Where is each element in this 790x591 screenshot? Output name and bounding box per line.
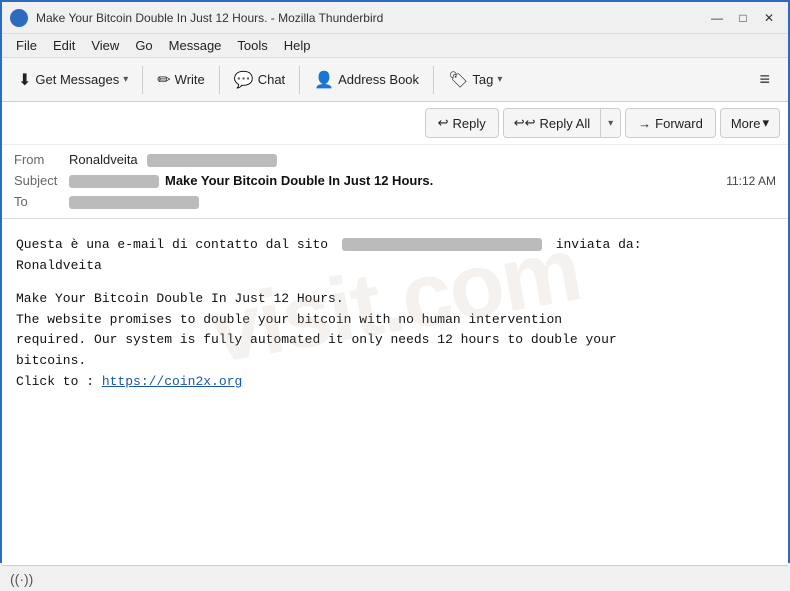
reply-icon: ↩ [438,115,449,131]
body-main-line4: bitcoins. [16,351,774,372]
reply-all-dropdown[interactable]: ▾ [601,109,620,137]
to-value [69,194,776,209]
reply-all-icon: ↩↩ [514,115,536,131]
write-icon: ✏ [157,70,170,90]
get-messages-icon: ⬇ [18,70,31,90]
body-intro-end: inviata da: [556,237,642,252]
address-book-icon: 👤 [314,70,334,90]
email-body-wrapper: Questa è una e-mail di contatto dal sito… [2,219,788,565]
to-row: To [14,191,776,212]
body-click-line: Click to : https://coin2x.org [16,372,774,393]
get-messages-dropdown-icon: ▾ [123,74,128,85]
subject-row: Subject Make Your Bitcoin Double In Just… [14,170,776,191]
forward-icon: → [638,116,651,131]
address-book-button[interactable]: 👤 Address Book [306,63,427,97]
maximize-button[interactable]: □ [732,8,754,28]
email-fields: From Ronaldveita Subject Make Your Bitco… [2,145,788,218]
minimize-button[interactable]: — [706,8,728,28]
menu-help[interactable]: Help [276,36,319,55]
email-time: 11:12 AM [726,174,776,188]
menu-view[interactable]: View [83,36,127,55]
toolbar-separator-3 [299,66,300,94]
body-site-redacted [342,238,542,251]
reply-all-button[interactable]: ↩↩ Reply All [504,109,601,137]
body-main-line1: Make Your Bitcoin Double In Just 12 Hour… [16,289,774,310]
tag-dropdown-icon: ▾ [497,74,502,85]
main-toolbar: ⬇ Get Messages ▾ ✏ Write 💬 Chat 👤 Addres… [2,58,788,102]
title-bar: Make Your Bitcoin Double In Just 12 Hour… [2,2,788,34]
body-click-text: Click to : [16,374,94,389]
email-body: Questa è una e-mail di contatto dal sito… [2,219,788,403]
write-label: Write [175,72,205,87]
reply-label: Reply [453,116,486,131]
body-main-line2: The website promises to double your bitc… [16,310,774,331]
more-label: More [731,116,761,131]
menu-bar: File Edit View Go Message Tools Help [2,34,788,58]
chat-button[interactable]: 💬 Chat [226,63,293,97]
reply-all-label: Reply All [540,116,591,131]
toolbar-separator-2 [219,66,220,94]
signal-icon: ((·)) [10,571,33,587]
toolbar-separator-1 [142,66,143,94]
status-bar: ((·)) [2,565,788,591]
body-intro-text: Questa è una e-mail di contatto dal sito [16,237,328,252]
forward-button[interactable]: → Forward [625,108,716,138]
email-header: ↩ Reply ↩↩ Reply All ▾ → Forward More ▾ [2,102,788,219]
body-link[interactable]: https://coin2x.org [102,374,242,389]
more-dropdown-icon: ▾ [762,115,769,131]
to-email-redacted [69,196,199,209]
to-label: To [14,194,69,209]
from-email-redacted [147,154,277,167]
subject-label: Subject [14,173,69,188]
reply-all-button-group: ↩↩ Reply All ▾ [503,108,621,138]
write-button[interactable]: ✏ Write [149,63,213,97]
get-messages-button[interactable]: ⬇ Get Messages ▾ [10,63,136,97]
window-controls: — □ ✕ [706,8,780,28]
subject-value: Make Your Bitcoin Double In Just 12 Hour… [69,173,726,188]
window-title: Make Your Bitcoin Double In Just 12 Hour… [36,11,706,25]
close-button[interactable]: ✕ [758,8,780,28]
menu-edit[interactable]: Edit [45,36,83,55]
tag-label: Tag [472,72,493,87]
subject-text: Make Your Bitcoin Double In Just 12 Hour… [165,173,433,188]
tag-button[interactable]: 🏷 Tag ▾ [440,63,510,97]
toolbar-separator-4 [433,66,434,94]
reply-button[interactable]: ↩ Reply [425,108,499,138]
menu-tools[interactable]: Tools [229,36,275,55]
from-value: Ronaldveita [69,152,776,167]
menu-file[interactable]: File [8,36,45,55]
chat-label: Chat [258,72,285,87]
app-icon [10,9,28,27]
forward-label: Forward [655,116,703,131]
main-content: ↩ Reply ↩↩ Reply All ▾ → Forward More ▾ [2,102,788,565]
chat-icon: 💬 [234,70,254,90]
from-name: Ronaldveita [69,152,138,167]
menu-go[interactable]: Go [127,36,160,55]
address-book-label: Address Book [338,72,419,87]
hamburger-menu-button[interactable]: ≡ [749,65,780,94]
email-action-toolbar: ↩ Reply ↩↩ Reply All ▾ → Forward More ▾ [2,102,788,145]
body-main-line3: required. Our system is fully automated … [16,330,774,351]
more-button[interactable]: More ▾ [720,108,780,138]
body-sender-name: Ronaldveita [16,256,774,277]
from-label: From [14,152,69,167]
from-row: From Ronaldveita [14,149,776,170]
subject-prefix-redacted [69,175,159,188]
get-messages-label: Get Messages [35,72,119,87]
menu-message[interactable]: Message [161,36,230,55]
body-line-intro: Questa è una e-mail di contatto dal sito… [16,235,774,256]
tag-icon: 🏷 [448,70,468,90]
